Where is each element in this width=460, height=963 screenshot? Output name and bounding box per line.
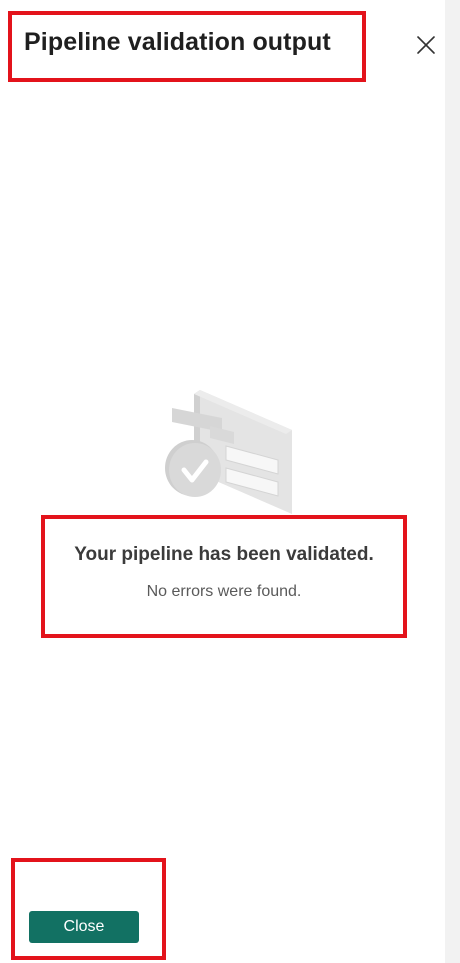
validation-message-subtext: No errors were found. [146, 583, 302, 600]
close-icon[interactable] [414, 33, 438, 57]
close-button[interactable]: Close [29, 911, 139, 943]
panel-title: Pipeline validation output [24, 28, 331, 56]
validation-output-panel: Pipeline validation output Your pipeline… [0, 0, 460, 963]
validation-message-heading: Your pipeline has been validated. [74, 544, 374, 565]
close-button-highlight [11, 858, 166, 960]
validated-document-icon [165, 390, 292, 514]
scroll-gutter [445, 0, 460, 963]
message-highlight [41, 515, 407, 638]
